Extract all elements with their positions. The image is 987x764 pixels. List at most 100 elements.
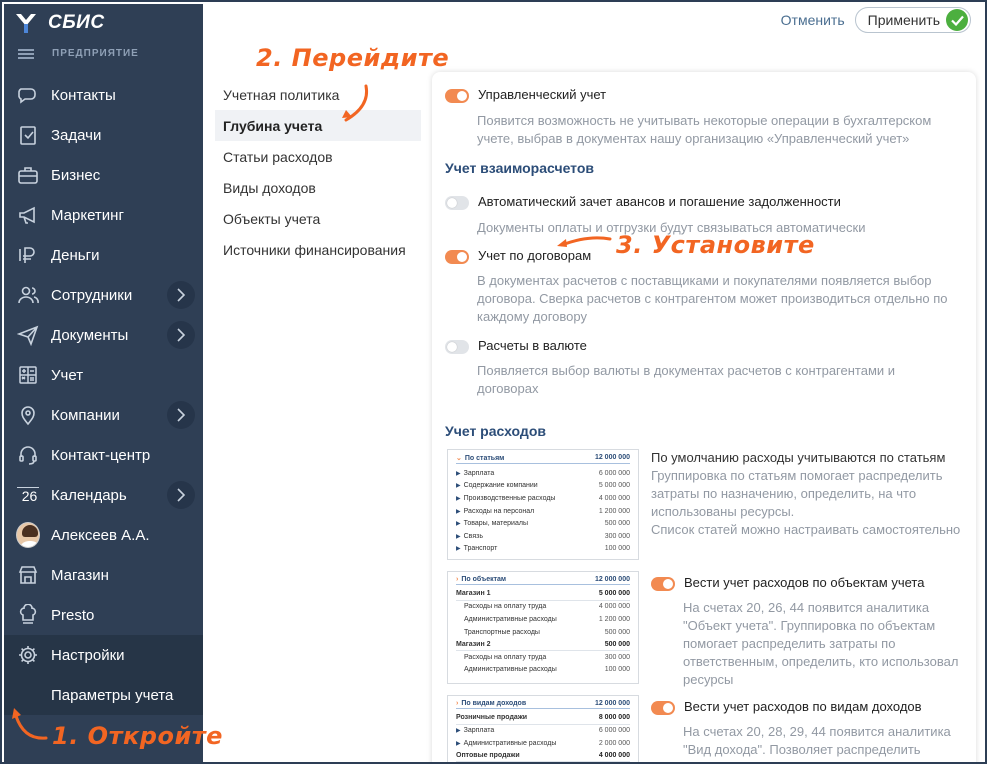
by-income-toggle[interactable] [651, 701, 675, 715]
section-accounting-depth[interactable]: Глубина учета [215, 110, 421, 141]
expenses-text-line: использованы ресурсы. [651, 504, 795, 519]
preview-row-label: Товары, материалы [463, 520, 528, 528]
sidebar-item-documents[interactable]: Документы [4, 315, 203, 355]
chef-icon [16, 603, 40, 627]
sidebar-item-marketing[interactable]: Маркетинг [4, 195, 203, 235]
sidebar-item-companies[interactable]: Компании [4, 395, 203, 435]
currency-toggle[interactable] [445, 340, 469, 354]
preview-row-label: Магазин 1 [456, 590, 491, 598]
sidebar-item-label: Сотрудники [51, 286, 133, 304]
apply-label: Применить [867, 12, 940, 28]
chevron-right-icon[interactable] [167, 401, 195, 429]
description-line: ответственным, определить, кто использов… [683, 654, 959, 669]
apply-button[interactable]: Применить [854, 7, 971, 33]
annotation-step-2: 2. Перейдите [256, 44, 450, 72]
preview-row-label: Административные расходы [464, 615, 557, 623]
preview-row: ▶ Транспорт 100 000 [456, 545, 630, 553]
preview-row-label: Магазин 2 [456, 640, 491, 648]
preview-row: Оптовые продажи 4 000 000 [456, 750, 630, 762]
section-expense-items[interactable]: Статьи расходов [215, 141, 421, 172]
preview-row-label: Транспортные расходы [464, 628, 540, 636]
option-description: В документах расчетов с поставщиками и п… [477, 272, 948, 326]
preview-by-income: › По видам доходов 12 000 000 Розничные пр… [447, 695, 639, 762]
preview-row-value: 6 000 000 [598, 469, 630, 477]
app-logo[interactable]: СБИС [14, 10, 105, 36]
preview-row: ▶ Товары, материалы 500 000 [456, 520, 630, 528]
option-title: Вести учет расходов по объектам учета [684, 575, 925, 590]
auto-offset-toggle[interactable] [445, 196, 469, 210]
sidebar-subitem-label: Параметры учета [51, 686, 174, 704]
description-line: На счетах 20, 28, 29, 44 появится аналит… [683, 724, 951, 739]
option-description: Появится возможность не учитывать некото… [477, 112, 931, 148]
sidebar-item-label: Алексеев А.А. [51, 526, 150, 544]
settlements-heading: Учет взаиморасчетов [445, 160, 595, 176]
annotation-step-1: 1. Откройте [52, 722, 223, 750]
sidebar-item-contact-center[interactable]: Контакт-центр [4, 435, 203, 475]
menu-icon[interactable] [18, 48, 34, 59]
description-line: "Вид дохода". Позволяет распределить [683, 742, 921, 757]
sidebar-item-presto[interactable]: Presto [4, 595, 203, 635]
preview-row-value: 100 000 [604, 545, 630, 553]
preview-row-label: Связь [463, 532, 483, 540]
preview-by-objects: › По объектам 12 000 000 Магазин 15 000 00… [447, 571, 639, 684]
org-switcher[interactable]: ПРЕДПРИЯТИЕ [18, 48, 139, 59]
section-accounting-objects[interactable]: Объекты учета [215, 203, 421, 234]
cancel-link[interactable]: Отменить [781, 12, 845, 28]
management-accounting-toggle[interactable] [445, 89, 469, 103]
preview-row-label: Зарплата [463, 727, 495, 735]
preview-row: Транспортные расходы 500 000 [456, 626, 630, 639]
preview-row: ▶ Зарплата 6 000 000 [456, 727, 630, 735]
chevron-right-icon[interactable] [167, 281, 195, 309]
description-line: учете, выбрав в документах нашу организа… [477, 131, 910, 146]
contracts-toggle[interactable] [445, 250, 469, 264]
preview-row-label: Административные расходы [463, 739, 557, 747]
sidebar-item-profile[interactable]: Алексеев А.А. [4, 515, 203, 555]
expenses-text-line: Группировка по статьям помогает распреде… [651, 468, 943, 483]
description-line: Появится возможность не учитывать некото… [477, 113, 932, 128]
sidebar-item-accounting[interactable]: Учет [4, 355, 203, 395]
description-line: договора. Сверка расчетов с контрагентом… [477, 291, 948, 306]
description-line: ресурсы [683, 672, 734, 687]
preview-row-value: 1 200 000 [598, 615, 630, 623]
sidebar-item-calendar[interactable]: 26 Календарь [4, 475, 203, 515]
preview-row: Магазин 1 5 000 000 [456, 588, 630, 601]
preview-by-items: ⌄ По статьям 12 000 000 ▶ Зарплата 6 000 000… [447, 449, 639, 560]
chevron-right-icon[interactable] [167, 481, 195, 509]
sidebar: СБИС ПРЕДПРИЯТИЕ Контакты Задачи Бизнес … [4, 4, 203, 762]
app-name: СБИС [48, 12, 105, 33]
description-line: В документах расчетов с поставщиками и п… [477, 273, 932, 288]
sidebar-item-settings[interactable]: Настройки [4, 635, 203, 675]
expenses-text-line: По умолчанию расходы учитываются по стат… [651, 450, 946, 465]
org-label: ПРЕДПРИЯТИЕ [52, 48, 139, 59]
option-description: Появляется выбор валюты в документах рас… [477, 362, 895, 398]
sbis-logo-icon [16, 14, 36, 33]
chevron-right-icon[interactable] [167, 321, 195, 349]
shop-icon [16, 563, 40, 587]
sidebar-item-contacts[interactable]: Контакты [4, 75, 203, 115]
preview-row-value: 500 000 [604, 640, 630, 648]
annotation-arrow-icon [12, 708, 48, 740]
avatar-slot [16, 522, 40, 548]
section-income-types[interactable]: Виды доходов [215, 172, 421, 203]
preview-row-value: 1 200 000 [598, 507, 630, 515]
preview-header: ⌄ По статьям 12 000 000 [456, 454, 630, 464]
option-title: Управленческий учет [478, 87, 607, 102]
sidebar-item-tasks[interactable]: Задачи [4, 115, 203, 155]
section-accounting-policy[interactable]: Учетная политика [215, 79, 421, 110]
sidebar-item-business[interactable]: Бизнес [4, 155, 203, 195]
sidebar-item-shop[interactable]: Магазин [4, 555, 203, 595]
sidebar-item-employees[interactable]: Сотрудники [4, 275, 203, 315]
preview-row: Административные расходы 1 200 000 [456, 613, 630, 626]
option-title: Расчеты в валюте [478, 338, 587, 353]
preview-row: Розничные продажи 8 000 000 [456, 712, 630, 725]
option-title: Вести учет расходов по видам доходов [684, 699, 922, 714]
sidebar-item-label: Задачи [51, 126, 102, 144]
section-funding-sources[interactable]: Источники финансирования [215, 234, 421, 265]
sidebar-item-label: Компании [51, 406, 120, 424]
description-line: На счетах 20, 26, 44 появится аналитика [683, 600, 930, 615]
by-objects-toggle[interactable] [651, 577, 675, 591]
sidebar-item-money[interactable]: Деньги [4, 235, 203, 275]
location-icon [16, 403, 40, 427]
headset-icon [16, 443, 40, 467]
expenses-text-line: затраты по назначению, определить, на чт… [651, 486, 917, 501]
